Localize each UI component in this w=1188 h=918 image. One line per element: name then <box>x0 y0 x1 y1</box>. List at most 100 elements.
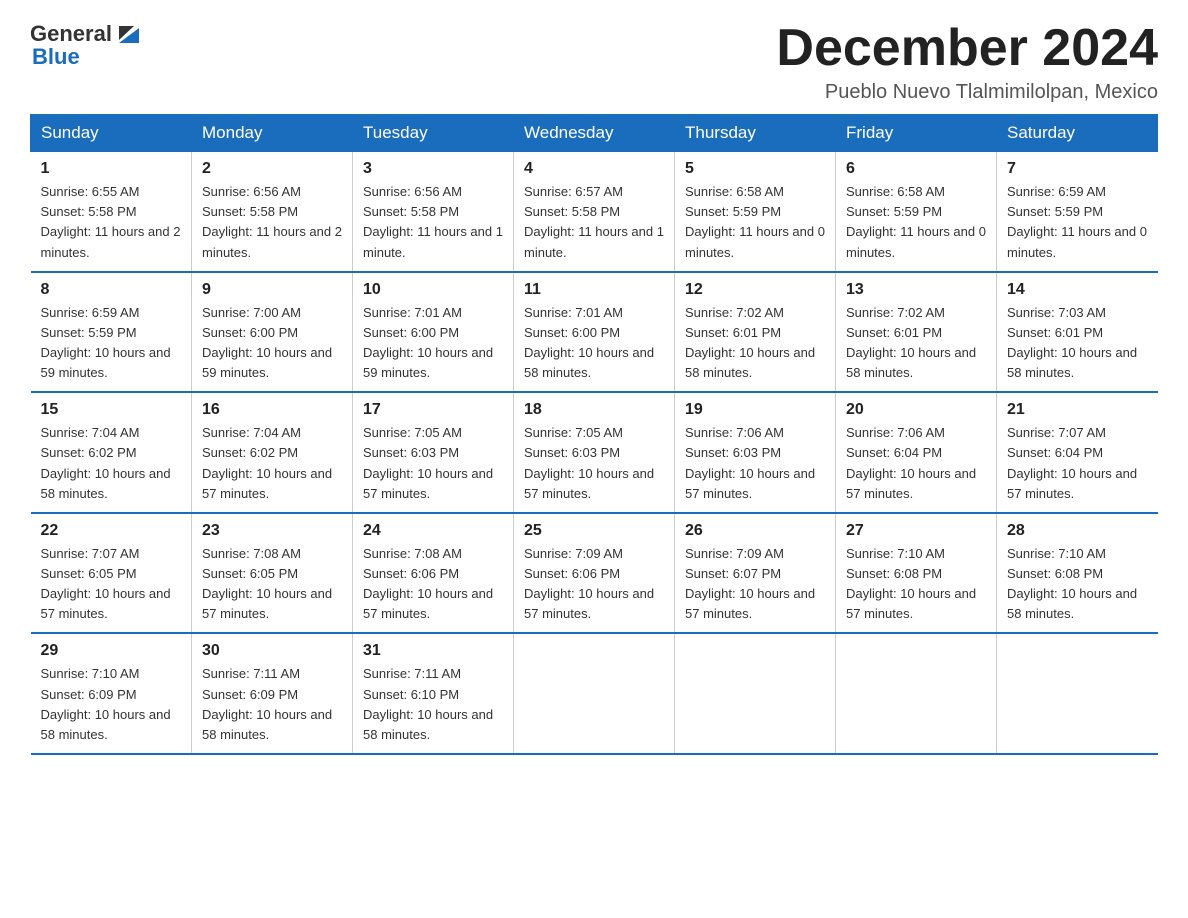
day-info: Sunrise: 7:08 AMSunset: 6:05 PMDaylight:… <box>202 544 342 625</box>
day-info: Sunrise: 6:58 AMSunset: 5:59 PMDaylight:… <box>846 182 986 263</box>
day-number: 30 <box>202 642 342 660</box>
day-number: 28 <box>1007 522 1148 540</box>
day-number: 24 <box>363 522 503 540</box>
calendar-cell: 15 Sunrise: 7:04 AMSunset: 6:02 PMDayligh… <box>31 392 192 513</box>
day-info: Sunrise: 7:02 AMSunset: 6:01 PMDaylight:… <box>685 303 825 384</box>
calendar-cell: 29 Sunrise: 7:10 AMSunset: 6:09 PMDayligh… <box>31 633 192 754</box>
calendar-cell: 31Sunrise: 7:11 AMSunset: 6:10 PMDayligh… <box>353 633 514 754</box>
calendar-cell: 27 Sunrise: 7:10 AMSunset: 6:08 PMDayligh… <box>836 513 997 634</box>
header-monday: Monday <box>192 115 353 152</box>
calendar-cell: 3Sunrise: 6:56 AMSunset: 5:58 PMDaylight… <box>353 152 514 272</box>
calendar-cell <box>514 633 675 754</box>
calendar-cell: 12 Sunrise: 7:02 AMSunset: 6:01 PMDayligh… <box>675 272 836 393</box>
day-number: 1 <box>41 160 182 178</box>
calendar-cell: 5 Sunrise: 6:58 AMSunset: 5:59 PMDaylight… <box>675 152 836 272</box>
calendar-cell: 21 Sunrise: 7:07 AMSunset: 6:04 PMDayligh… <box>997 392 1158 513</box>
day-number: 5 <box>685 160 825 178</box>
day-info: Sunrise: 7:04 AMSunset: 6:02 PMDaylight:… <box>41 423 182 504</box>
calendar-cell: 11 Sunrise: 7:01 AMSunset: 6:00 PMDayligh… <box>514 272 675 393</box>
calendar-cell: 9 Sunrise: 7:00 AMSunset: 6:00 PMDaylight… <box>192 272 353 393</box>
day-number: 9 <box>202 281 342 299</box>
calendar-cell: 4 Sunrise: 6:57 AMSunset: 5:58 PMDaylight… <box>514 152 675 272</box>
day-info: Sunrise: 7:01 AMSunset: 6:00 PMDaylight:… <box>524 303 664 384</box>
logo-blue-text: Blue <box>32 44 80 70</box>
day-number: 20 <box>846 401 986 419</box>
calendar-cell: 13 Sunrise: 7:02 AMSunset: 6:01 PMDayligh… <box>836 272 997 393</box>
calendar-cell: 7 Sunrise: 6:59 AMSunset: 5:59 PMDaylight… <box>997 152 1158 272</box>
calendar-cell: 10 Sunrise: 7:01 AMSunset: 6:00 PMDayligh… <box>353 272 514 393</box>
day-info: Sunrise: 7:01 AMSunset: 6:00 PMDaylight:… <box>363 303 503 384</box>
day-number: 29 <box>41 642 182 660</box>
day-info: Sunrise: 7:02 AMSunset: 6:01 PMDaylight:… <box>846 303 986 384</box>
logo-icon <box>114 18 144 48</box>
day-number: 2 <box>202 160 342 178</box>
day-info: Sunrise: 6:56 AMSunset: 5:58 PMDaylight:… <box>202 182 342 263</box>
calendar-cell: 17Sunrise: 7:05 AMSunset: 6:03 PMDayligh… <box>353 392 514 513</box>
day-info: Sunrise: 7:04 AMSunset: 6:02 PMDaylight:… <box>202 423 342 504</box>
calendar-table: SundayMondayTuesdayWednesdayThursdayFrid… <box>30 114 1158 755</box>
week-row-2: 8 Sunrise: 6:59 AMSunset: 5:59 PMDaylight… <box>31 272 1158 393</box>
day-info: Sunrise: 7:07 AMSunset: 6:04 PMDaylight:… <box>1007 423 1148 504</box>
day-info: Sunrise: 6:59 AMSunset: 5:59 PMDaylight:… <box>41 303 182 384</box>
header-tuesday: Tuesday <box>353 115 514 152</box>
day-number: 7 <box>1007 160 1148 178</box>
week-row-3: 15 Sunrise: 7:04 AMSunset: 6:02 PMDayligh… <box>31 392 1158 513</box>
day-info: Sunrise: 6:58 AMSunset: 5:59 PMDaylight:… <box>685 182 825 263</box>
calendar-cell <box>997 633 1158 754</box>
day-number: 18 <box>524 401 664 419</box>
header-friday: Friday <box>836 115 997 152</box>
calendar-cell: 26Sunrise: 7:09 AMSunset: 6:07 PMDayligh… <box>675 513 836 634</box>
calendar-cell: 16 Sunrise: 7:04 AMSunset: 6:02 PMDayligh… <box>192 392 353 513</box>
calendar-cell: 23Sunrise: 7:08 AMSunset: 6:05 PMDayligh… <box>192 513 353 634</box>
day-number: 26 <box>685 522 825 540</box>
calendar-cell: 20 Sunrise: 7:06 AMSunset: 6:04 PMDayligh… <box>836 392 997 513</box>
day-info: Sunrise: 7:10 AMSunset: 6:09 PMDaylight:… <box>41 664 182 745</box>
day-number: 19 <box>685 401 825 419</box>
day-number: 22 <box>41 522 182 540</box>
day-info: Sunrise: 7:06 AMSunset: 6:04 PMDaylight:… <box>846 423 986 504</box>
calendar-header-row: SundayMondayTuesdayWednesdayThursdayFrid… <box>31 115 1158 152</box>
calendar-cell <box>836 633 997 754</box>
day-number: 8 <box>41 281 182 299</box>
day-number: 4 <box>524 160 664 178</box>
week-row-1: 1Sunrise: 6:55 AMSunset: 5:58 PMDaylight… <box>31 152 1158 272</box>
day-info: Sunrise: 7:03 AMSunset: 6:01 PMDaylight:… <box>1007 303 1148 384</box>
day-info: Sunrise: 7:00 AMSunset: 6:00 PMDaylight:… <box>202 303 342 384</box>
day-info: Sunrise: 7:09 AMSunset: 6:06 PMDaylight:… <box>524 544 664 625</box>
page-header: General Blue December 2024 Pueblo Nuevo … <box>30 20 1158 104</box>
header-saturday: Saturday <box>997 115 1158 152</box>
calendar-cell: 25Sunrise: 7:09 AMSunset: 6:06 PMDayligh… <box>514 513 675 634</box>
day-info: Sunrise: 7:11 AMSunset: 6:10 PMDaylight:… <box>363 664 503 745</box>
day-number: 13 <box>846 281 986 299</box>
day-number: 21 <box>1007 401 1148 419</box>
header-sunday: Sunday <box>31 115 192 152</box>
title-block: December 2024 Pueblo Nuevo Tlalmimilolpa… <box>776 20 1158 104</box>
calendar-cell: 18 Sunrise: 7:05 AMSunset: 6:03 PMDayligh… <box>514 392 675 513</box>
day-info: Sunrise: 6:59 AMSunset: 5:59 PMDaylight:… <box>1007 182 1148 263</box>
calendar-cell: 6 Sunrise: 6:58 AMSunset: 5:59 PMDaylight… <box>836 152 997 272</box>
day-info: Sunrise: 7:05 AMSunset: 6:03 PMDaylight:… <box>524 423 664 504</box>
day-info: Sunrise: 7:10 AMSunset: 6:08 PMDaylight:… <box>1007 544 1148 625</box>
day-number: 27 <box>846 522 986 540</box>
day-number: 6 <box>846 160 986 178</box>
calendar-cell: 14Sunrise: 7:03 AMSunset: 6:01 PMDayligh… <box>997 272 1158 393</box>
day-info: Sunrise: 6:56 AMSunset: 5:58 PMDaylight:… <box>363 182 503 263</box>
calendar-cell: 30Sunrise: 7:11 AMSunset: 6:09 PMDayligh… <box>192 633 353 754</box>
day-number: 11 <box>524 281 664 299</box>
day-number: 15 <box>41 401 182 419</box>
month-title: December 2024 <box>776 20 1158 77</box>
day-number: 16 <box>202 401 342 419</box>
calendar-cell: 19 Sunrise: 7:06 AMSunset: 6:03 PMDayligh… <box>675 392 836 513</box>
calendar-cell: 24Sunrise: 7:08 AMSunset: 6:06 PMDayligh… <box>353 513 514 634</box>
day-info: Sunrise: 7:10 AMSunset: 6:08 PMDaylight:… <box>846 544 986 625</box>
header-wednesday: Wednesday <box>514 115 675 152</box>
calendar-cell: 1Sunrise: 6:55 AMSunset: 5:58 PMDaylight… <box>31 152 192 272</box>
calendar-cell: 8 Sunrise: 6:59 AMSunset: 5:59 PMDaylight… <box>31 272 192 393</box>
calendar-cell <box>675 633 836 754</box>
day-info: Sunrise: 7:06 AMSunset: 6:03 PMDaylight:… <box>685 423 825 504</box>
day-info: Sunrise: 6:57 AMSunset: 5:58 PMDaylight:… <box>524 182 664 263</box>
day-number: 17 <box>363 401 503 419</box>
day-number: 12 <box>685 281 825 299</box>
day-number: 10 <box>363 281 503 299</box>
header-thursday: Thursday <box>675 115 836 152</box>
